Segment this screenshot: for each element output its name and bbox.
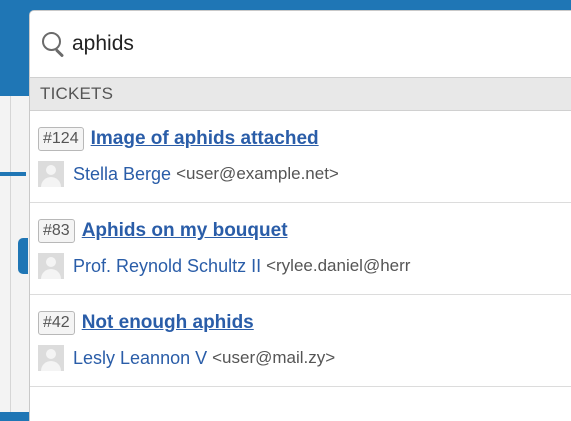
background-accent: [0, 172, 26, 176]
ticket-result[interactable]: #42 Not enough aphids Lesly Leannon V <u…: [30, 295, 571, 387]
requester-email: <user@example.net>: [176, 164, 339, 183]
ticket-title-link[interactable]: Not enough aphids: [82, 312, 254, 334]
background-tab-accent: [18, 238, 28, 274]
avatar-placeholder-icon: [38, 253, 64, 279]
search-bar: [30, 11, 571, 78]
background-topbar: [0, 0, 30, 96]
ticket-number-badge: #83: [38, 219, 75, 243]
search-dropdown-panel: TICKETS #124 Image of aphids attached St…: [29, 10, 571, 421]
ticket-number-badge: #42: [38, 311, 75, 335]
section-title: TICKETS: [40, 84, 114, 103]
search-icon: [40, 29, 70, 59]
avatar-placeholder-icon: [38, 345, 64, 371]
requester-email: <user@mail.zy>: [212, 348, 336, 367]
requester-name: Lesly Leannon V: [73, 347, 208, 368]
background-divider: [10, 96, 11, 412]
ticket-title-link[interactable]: Aphids on my bouquet: [82, 220, 288, 242]
requester-name: Prof. Reynold Schultz II: [73, 255, 262, 276]
section-header-tickets: TICKETS: [30, 78, 571, 111]
ticket-number-badge: #124: [38, 127, 84, 151]
ticket-result[interactable]: #124 Image of aphids attached Stella Ber…: [30, 111, 571, 203]
ticket-result[interactable]: #83 Aphids on my bouquet Prof. Reynold S…: [30, 203, 571, 295]
ticket-title-link[interactable]: Image of aphids attached: [91, 128, 319, 150]
ticket-results-list: #124 Image of aphids attached Stella Ber…: [30, 111, 571, 387]
avatar-placeholder-icon: [38, 161, 64, 187]
search-input[interactable]: [72, 32, 552, 56]
requester-email: <rylee.daniel@herr: [266, 256, 411, 275]
requester-name: Stella Berge: [73, 163, 172, 184]
background-app: [0, 0, 30, 412]
